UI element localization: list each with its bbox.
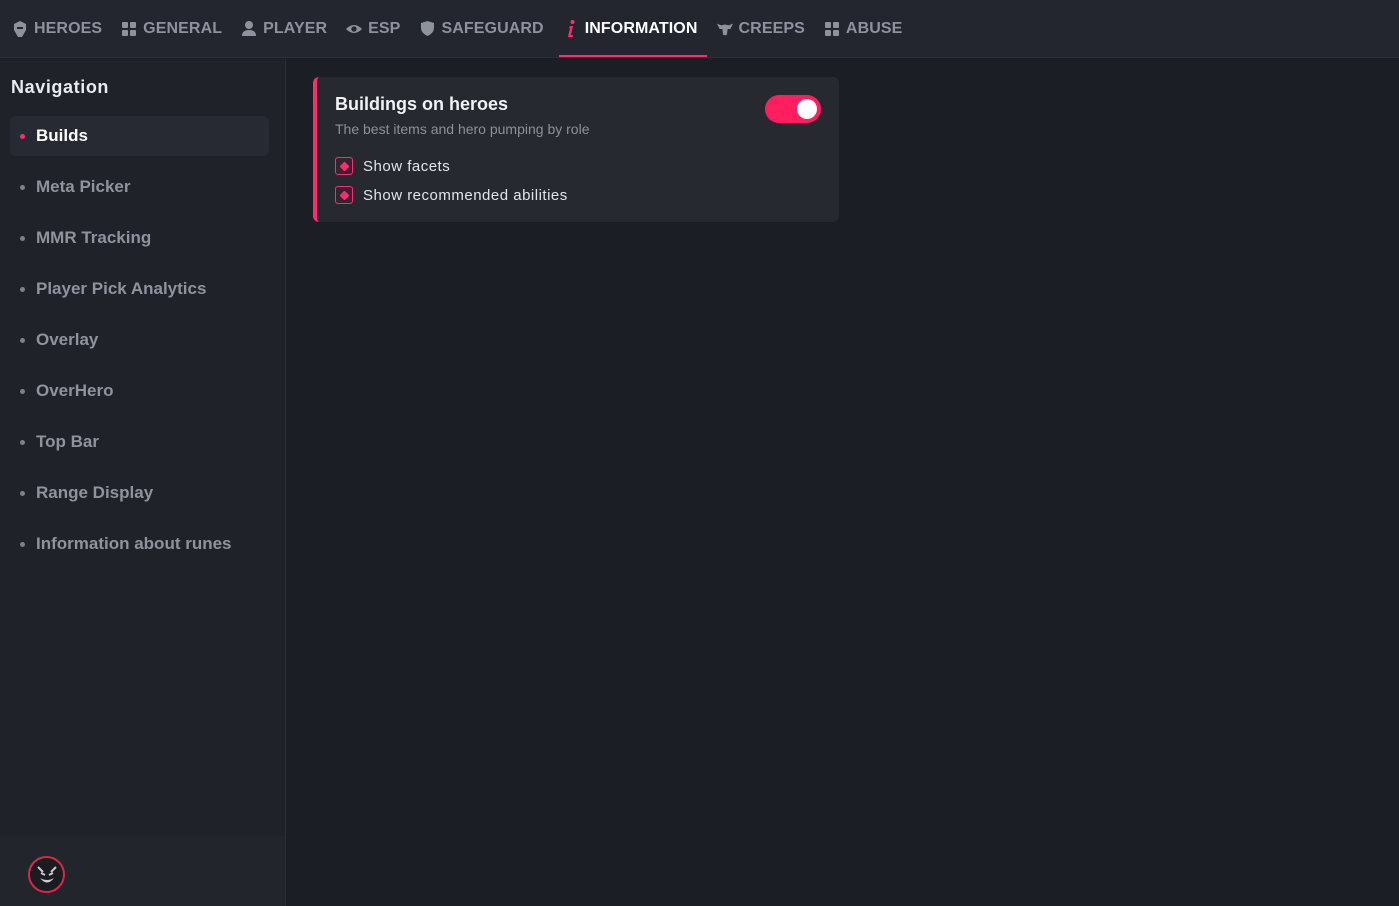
- grid-icon: [121, 21, 137, 37]
- tab-creeps[interactable]: CREEPS: [716, 0, 814, 57]
- top-tab-bar: HEROES GENERAL PLAYER ESP SAFEGUARD INFO…: [0, 0, 1399, 58]
- enable-toggle[interactable]: [765, 95, 821, 123]
- shield-icon: [419, 21, 435, 37]
- sidebar-item-label: Top Bar: [36, 432, 99, 451]
- sidebar-item-player-pick-analytics[interactable]: Player Pick Analytics: [10, 269, 269, 309]
- bullet-dot-icon: [20, 388, 25, 394]
- sidebar-title: Navigation: [11, 77, 110, 97]
- bullet-dot-icon: [20, 133, 25, 139]
- sidebar-item-label: Overlay: [36, 330, 99, 349]
- tab-information[interactable]: INFORMATION: [558, 0, 707, 57]
- creep-icon: [716, 21, 733, 37]
- tab-abuse[interactable]: ABUSE: [824, 0, 912, 57]
- helmet-icon: [12, 20, 28, 37]
- tab-label: INFORMATION: [584, 19, 698, 37]
- tab-label: ABUSE: [845, 19, 903, 37]
- checkbox-label: Show facets: [363, 157, 451, 175]
- checkbox-show-facets[interactable]: [335, 157, 353, 175]
- sidebar-footer: [0, 836, 285, 906]
- tab-label: ESP: [368, 19, 401, 37]
- sidebar-nav-list: Builds Meta Picker MMR Tracking Player P…: [10, 116, 269, 575]
- grid-icon: [824, 21, 840, 37]
- check-mark-icon: [339, 161, 349, 171]
- sidebar-item-builds[interactable]: Builds: [10, 116, 269, 156]
- eye-icon: [346, 21, 363, 37]
- sidebar-item-meta-picker[interactable]: Meta Picker: [10, 167, 269, 207]
- bullet-dot-icon: [20, 235, 25, 241]
- info-icon: [563, 20, 579, 37]
- bullet-dot-icon: [20, 337, 25, 343]
- sidebar: Navigation Builds Meta Picker MMR Tracki…: [0, 59, 286, 906]
- sidebar-item-label: OverHero: [36, 381, 114, 400]
- user-icon: [241, 21, 257, 37]
- sidebar-item-label: Builds: [36, 126, 88, 145]
- sidebar-item-mmr-tracking[interactable]: MMR Tracking: [10, 218, 269, 258]
- tab-esp[interactable]: ESP: [346, 0, 409, 57]
- card-subtitle: The best items and hero pumping by role: [335, 121, 590, 137]
- builds-settings-card: Buildings on heroes The best items and h…: [313, 77, 839, 222]
- sidebar-item-label: MMR Tracking: [36, 228, 152, 247]
- bullet-dot-icon: [20, 184, 25, 190]
- sidebar-item-label: Player Pick Analytics: [36, 279, 207, 298]
- tab-safeguard[interactable]: SAFEGUARD: [419, 0, 552, 57]
- check-mark-icon: [339, 190, 349, 200]
- sidebar-item-overlay[interactable]: Overlay: [10, 320, 269, 360]
- toggle-knob: [797, 99, 817, 119]
- tab-general[interactable]: GENERAL: [121, 0, 231, 57]
- demon-face-icon: [36, 865, 57, 882]
- checkbox-show-recommended-abilities[interactable]: [335, 186, 353, 204]
- sidebar-item-label: Range Display: [36, 483, 154, 502]
- bullet-dot-icon: [20, 439, 25, 445]
- bullet-dot-icon: [20, 286, 25, 292]
- show-facets-checkbox-row[interactable]: Show facets: [335, 157, 450, 175]
- card-title: Buildings on heroes: [335, 94, 509, 114]
- tab-label: GENERAL: [143, 19, 223, 37]
- tab-label: HEROES: [34, 19, 103, 37]
- sidebar-item-top-bar[interactable]: Top Bar: [10, 422, 269, 462]
- tab-heroes[interactable]: HEROES: [12, 0, 111, 57]
- sidebar-item-label: Meta Picker: [36, 177, 131, 196]
- tab-player[interactable]: PLAYER: [241, 0, 336, 57]
- bullet-dot-icon: [20, 490, 25, 496]
- checkbox-label: Show recommended abilities: [363, 186, 568, 204]
- show-recommended-abilities-checkbox-row[interactable]: Show recommended abilities: [335, 186, 568, 204]
- sidebar-item-range-display[interactable]: Range Display: [10, 473, 269, 513]
- tab-label: SAFEGUARD: [441, 19, 544, 37]
- tab-label: CREEPS: [738, 19, 805, 37]
- sidebar-item-information-about-runes[interactable]: Information about runes: [10, 524, 269, 564]
- avatar[interactable]: [28, 856, 65, 893]
- sidebar-item-label: Information about runes: [36, 534, 232, 553]
- bullet-dot-icon: [20, 541, 25, 547]
- sidebar-item-overhero[interactable]: OverHero: [10, 371, 269, 411]
- tab-label: PLAYER: [263, 19, 328, 37]
